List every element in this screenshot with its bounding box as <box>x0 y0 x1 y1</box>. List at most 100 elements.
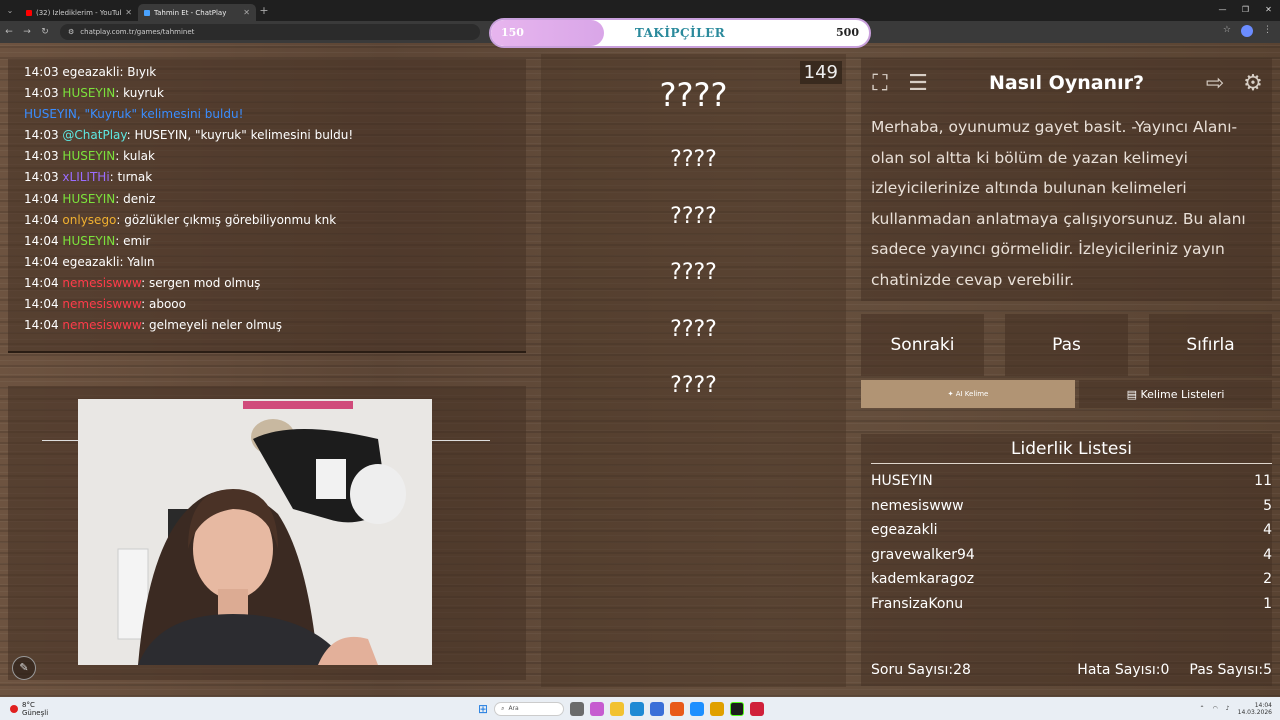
chrome-icon[interactable] <box>710 701 725 716</box>
close-window-icon[interactable]: ✕ <box>1257 0 1280 20</box>
tab-word-lists-label: Kelime Listeleri <box>1140 387 1225 401</box>
main-word: ???? <box>659 76 728 114</box>
chat-username[interactable]: nemesiswww <box>62 318 141 332</box>
player-score: 2 <box>1263 571 1272 588</box>
browser-menu-icon[interactable]: ⋮ <box>1263 25 1272 37</box>
chat-panel: 14:03 egeazakli: Bıyık 14:03 HUSEYIN: kuy… <box>8 59 526 353</box>
url-field[interactable]: ⚙ chatplay.com.tr/games/tahminet <box>60 24 480 40</box>
store-icon[interactable] <box>650 701 665 716</box>
tab-ai-word[interactable]: ✦ AI Kelime <box>861 380 1075 408</box>
app-icon[interactable] <box>690 701 705 716</box>
question-count-value: 28 <box>953 662 971 678</box>
chat-time: 14:04 <box>24 254 59 269</box>
browser-tab-chatplay[interactable]: Tahmin Et - ChatPlay ✕ <box>138 4 256 21</box>
hidden-word: ???? <box>670 316 717 342</box>
word-counter: 149 <box>799 61 842 84</box>
notes-icon[interactable]: ☰ <box>899 64 937 102</box>
new-tab-button[interactable]: + <box>256 4 272 17</box>
tab-title: (32) İzlediklerim - YouTube <box>36 8 122 17</box>
tab-search-icon[interactable]: ⌄ <box>0 6 20 15</box>
hidden-word: ???? <box>670 203 717 229</box>
windows-start-icon[interactable]: ⊞ <box>478 702 488 716</box>
chat-username[interactable]: xLILITHi <box>62 170 109 184</box>
forward-icon[interactable]: → <box>18 27 36 37</box>
network-icon[interactable]: ◠ <box>1213 705 1218 712</box>
close-tab-icon[interactable]: ✕ <box>243 8 250 17</box>
app-icon[interactable] <box>670 701 685 716</box>
chat-username[interactable]: HUSEYIN <box>62 149 115 163</box>
browser-actions: ☆ ⋮ <box>1223 25 1272 37</box>
chat-message: 14:04 nemesiswww: sergen mod olmuş <box>8 273 526 294</box>
player-name: egeazakli <box>871 522 938 539</box>
chat-time: 14:04 <box>24 275 59 290</box>
chat-username[interactable]: onlysego <box>62 213 116 227</box>
weather-temp: 8°C <box>22 700 35 709</box>
profile-avatar[interactable] <box>1241 25 1253 37</box>
chat-username[interactable]: HUSEYIN <box>62 234 115 248</box>
howto-header: ⛶ ☰ Nasıl Oynanır? ⇨ ⚙ <box>861 58 1272 108</box>
url-text: chatplay.com.tr/games/tahminet <box>80 28 195 36</box>
site-info-icon[interactable]: ⚙ <box>68 28 74 36</box>
chat-time: 14:04 <box>24 191 59 206</box>
chat-username[interactable]: egeazakli <box>62 255 119 269</box>
tray-chevron-icon[interactable]: ⌃ <box>1200 705 1205 712</box>
search-icon: ⌕ <box>501 704 505 712</box>
copilot-icon[interactable] <box>590 701 605 716</box>
reload-icon[interactable]: ↻ <box>36 27 54 37</box>
chat-text: : kuyruk <box>115 86 164 101</box>
chat-message: 14:03 HUSEYIN: kulak <box>8 146 526 167</box>
chat-username[interactable]: @ChatPlay <box>62 128 126 142</box>
task-view-icon[interactable] <box>570 701 585 716</box>
chat-time: 14:03 <box>24 149 59 164</box>
tab-word-lists[interactable]: ▤ Kelime Listeleri <box>1079 380 1272 408</box>
list-icon: ▤ <box>1126 387 1137 401</box>
hidden-word: ???? <box>670 147 717 172</box>
word-panel: 149 ???? ???? ???? ???? ???? ???? <box>541 54 846 687</box>
chat-text: : Yalın <box>119 254 155 269</box>
howto-panel: ⛶ ☰ Nasıl Oynanır? ⇨ ⚙ Merhaba, oyunumuz… <box>861 58 1272 301</box>
chat-time: 14:04 <box>24 297 59 312</box>
pass-count-value: 5 <box>1263 662 1272 678</box>
app-icon[interactable] <box>750 701 765 716</box>
gear-icon[interactable]: ⚙ <box>1234 64 1272 102</box>
weather-icon <box>10 704 18 713</box>
chat-username[interactable]: egeazakli <box>62 65 119 79</box>
leaderboard-row: HUSEYIN 11 <box>861 469 1272 494</box>
pass-button[interactable]: Pas <box>1005 314 1128 376</box>
taskbar-search[interactable]: ⌕ Ara <box>494 701 565 716</box>
file-explorer-icon[interactable] <box>610 701 625 716</box>
fullscreen-icon[interactable]: ⛶ <box>861 64 899 102</box>
weather-widget[interactable]: 8°C Güneşli <box>0 701 200 717</box>
kick-icon[interactable] <box>730 701 745 716</box>
bookmark-star-icon[interactable]: ☆ <box>1223 25 1231 37</box>
chat-message: 14:04 egeazakli: Yalın <box>8 252 526 273</box>
followers-progress: 150 TAKİPÇİLER 500 <box>489 18 871 48</box>
chat-username[interactable]: HUSEYIN <box>62 192 115 206</box>
pencil-tool-icon[interactable]: ✎ <box>12 656 36 680</box>
chat-text: : sergen mod olmuş <box>141 275 261 290</box>
youtube-icon <box>26 9 32 16</box>
chat-username[interactable]: HUSEYIN <box>62 86 115 100</box>
chat-username[interactable]: nemesiswww <box>62 297 141 311</box>
window-controls: — ❐ ✕ <box>1211 0 1280 20</box>
error-count-value: 0 <box>1160 662 1170 678</box>
browser-tab-youtube[interactable]: (32) İzlediklerim - YouTube ✕ <box>20 4 138 21</box>
reset-button[interactable]: Sıfırla <box>1149 314 1272 376</box>
edge-icon[interactable] <box>630 701 645 716</box>
leaderboard-title: Liderlik Listesi <box>871 439 1272 464</box>
leaderboard-row: gravewalker94 4 <box>861 543 1272 568</box>
maximize-icon[interactable]: ❐ <box>1234 0 1257 20</box>
chat-username[interactable]: nemesiswww <box>62 276 141 290</box>
back-icon[interactable]: ← <box>0 27 18 37</box>
player-name: gravewalker94 <box>871 546 975 563</box>
volume-icon[interactable]: ♪ <box>1226 705 1230 712</box>
chat-text: : gözlükler çıkmış görebiliyonmu knk <box>116 212 337 227</box>
next-button[interactable]: Sonraki <box>861 314 984 376</box>
pass-count: Pas Sayısı:5 <box>1189 662 1272 678</box>
clock[interactable]: 14:04 14.03.2026 <box>1238 702 1272 716</box>
exit-icon[interactable]: ⇨ <box>1196 64 1234 102</box>
close-tab-icon[interactable]: ✕ <box>125 8 132 17</box>
minimize-icon[interactable]: — <box>1211 0 1234 20</box>
chat-username[interactable]: HUSEYIN, "Kuyruk" kelimesini buldu! <box>24 107 243 121</box>
hidden-word: ???? <box>670 373 717 398</box>
